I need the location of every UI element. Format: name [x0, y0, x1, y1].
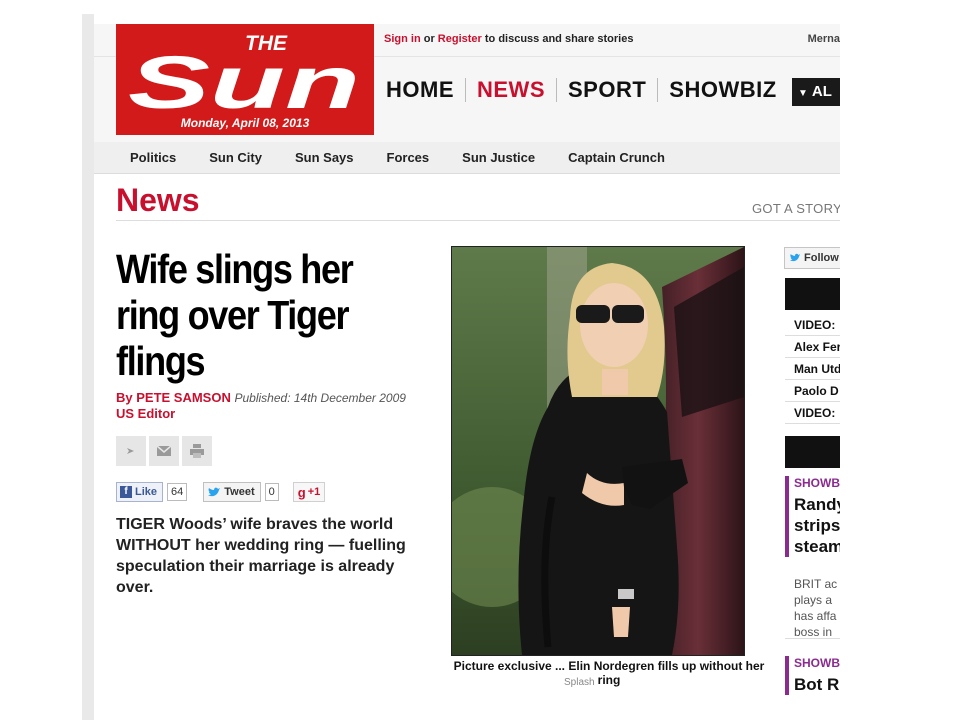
subnav-forces[interactable]: Forces: [387, 150, 430, 165]
published-date: Published: 14th December 2009: [234, 391, 406, 405]
promo-section-label: SHOWB: [794, 656, 840, 670]
most-read-list: VIDEO: Alex Fer Man Utd Paolo D VIDEO:: [785, 314, 840, 424]
nav-home[interactable]: HOME: [384, 77, 465, 103]
most-read-item[interactable]: Man Utd: [785, 358, 840, 380]
most-read-item[interactable]: Alex Fer: [785, 336, 840, 358]
masthead-date: Monday, April 08, 2013: [180, 116, 310, 130]
photo-woman-at-fuel-pump: [452, 247, 744, 655]
chevron-down-icon: ▼: [798, 88, 808, 99]
logo-main-text: Sun: [128, 41, 360, 124]
all-sections-button[interactable]: ▼ AL: [792, 78, 840, 106]
showbiz-promo[interactable]: SHOWB Bot Ri: [785, 656, 840, 695]
promo-headline-line: Bot Ri: [794, 675, 840, 694]
subnav-politics[interactable]: Politics: [130, 150, 176, 165]
promo-section-label: SHOWB: [794, 476, 840, 490]
promo-headline-line: strips: [794, 516, 840, 535]
article-headline: Wife slings her ring over Tiger flings: [116, 246, 354, 384]
promo-teaser-line: has affa: [794, 609, 837, 623]
share-icon: [127, 448, 134, 454]
photo-caption: Picture exclusive ... Elin Nordegren fil…: [453, 659, 765, 687]
facebook-like-count: 64: [167, 483, 188, 501]
google-plus-label: +1: [307, 486, 321, 498]
print-button[interactable]: [182, 436, 212, 466]
signin-or: or: [420, 33, 438, 45]
nav-sport[interactable]: SPORT: [557, 77, 657, 103]
social-buttons: f Like 64 Tweet 0 g +1: [116, 482, 326, 502]
page-gutter: [82, 14, 94, 720]
author-role: US Editor: [116, 406, 176, 421]
twitter-follow-button[interactable]: Follow: [784, 247, 840, 269]
article-photo[interactable]: [451, 246, 745, 656]
most-read-item[interactable]: VIDEO:: [785, 402, 840, 424]
sun-logo[interactable]: THE Sun Monday, April 08, 2013: [116, 24, 374, 135]
twitter-bird-icon: [789, 253, 801, 262]
subnav-sun-justice[interactable]: Sun Justice: [462, 150, 535, 165]
tweet-label: Tweet: [224, 486, 255, 498]
showbiz-header-bar: [785, 436, 840, 468]
facebook-like-button[interactable]: f Like: [116, 482, 164, 502]
promo-headline-line: steam: [794, 537, 840, 556]
twitter-follow-label: Follow: [804, 252, 839, 264]
email-button[interactable]: [149, 436, 179, 466]
signin-prompt: Sign in or Register to discuss and share…: [384, 33, 633, 45]
promo-teaser-line: plays a: [794, 593, 833, 607]
most-read-item[interactable]: VIDEO:: [785, 314, 840, 336]
facebook-like-label: Like: [135, 486, 158, 498]
promo-teaser: BRIT ac plays a has affa boss in: [794, 576, 840, 640]
all-sections-label: AL: [811, 83, 832, 100]
promo-divider: [785, 638, 840, 639]
signin-link[interactable]: Sign in: [384, 33, 421, 45]
author-link[interactable]: By PETE SAMSON: [116, 390, 231, 405]
google-plus-icon: g: [297, 484, 306, 500]
print-icon: [190, 444, 204, 458]
subnav-captain-crunch[interactable]: Captain Crunch: [568, 150, 665, 165]
twitter-bird-icon: [208, 487, 221, 496]
article-tools: [116, 436, 212, 466]
facebook-icon: f: [120, 486, 132, 498]
tweet-count: 0: [264, 483, 279, 501]
register-link[interactable]: Register: [438, 33, 482, 45]
share-button[interactable]: [116, 436, 146, 466]
article-standfirst: TIGER Woods’ wife braves the world WITHO…: [116, 516, 406, 596]
nav-news[interactable]: NEWS: [466, 77, 556, 103]
sub-nav: Politics Sun City Sun Says Forces Sun Ju…: [94, 142, 840, 174]
email-icon: [156, 445, 172, 456]
promo-teaser-line: BRIT ac: [794, 577, 838, 591]
most-read-item[interactable]: Paolo D: [785, 380, 840, 402]
subnav-sun-says[interactable]: Sun Says: [295, 150, 354, 165]
most-read-header-bar: [785, 278, 840, 310]
article-byline: By PETE SAMSON Published: 14th December …: [116, 390, 446, 421]
showbiz-promo[interactable]: SHOWB Randy strips steam: [785, 476, 840, 557]
section-divider: [116, 220, 840, 221]
signin-rest-text: to discuss and share stories: [481, 33, 634, 45]
user-name[interactable]: Merna: [808, 33, 840, 45]
news-page: THE Sun Monday, April 08, 2013 Sign in o…: [94, 14, 840, 720]
tweet-button[interactable]: Tweet: [203, 482, 261, 502]
subnav-sun-city[interactable]: Sun City: [209, 150, 262, 165]
nav-showbiz[interactable]: SHOWBIZ: [658, 77, 787, 103]
main-nav: HOME NEWS SPORT SHOWBIZ: [384, 76, 788, 104]
got-a-story-link[interactable]: GOT A STORY: [752, 201, 840, 216]
section-title: News: [116, 182, 200, 218]
google-plus-button[interactable]: g +1: [292, 482, 326, 502]
promo-headline-line: Randy: [794, 495, 840, 514]
page-margin: [0, 0, 80, 720]
photo-credit: Splash: [564, 677, 595, 688]
